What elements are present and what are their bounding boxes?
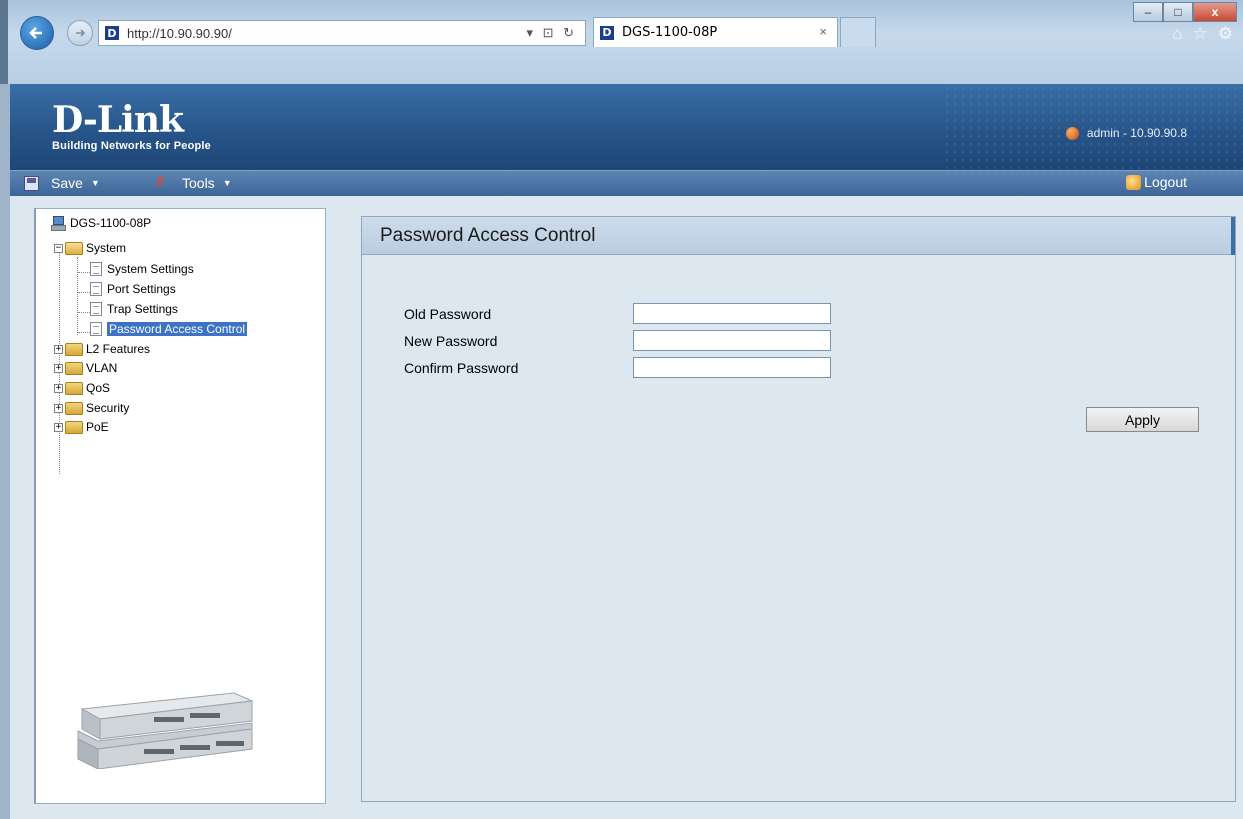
- old-password-label: Old Password: [404, 305, 492, 322]
- tree-folder-label: QoS: [86, 381, 111, 395]
- tree-item-password-access-control[interactable]: Password Access Control: [90, 320, 248, 338]
- tree-item-label: System Settings: [107, 262, 194, 276]
- tree-folder-security[interactable]: + Security: [54, 399, 129, 417]
- folder-icon: [65, 401, 83, 415]
- tree-folder-label: System: [86, 241, 127, 255]
- new-password-row: New Password: [404, 330, 831, 351]
- browser-tab[interactable]: D DGS-1100-08P ×: [593, 17, 838, 47]
- tools-icon: ✗: [154, 174, 167, 191]
- user-status-icon: [1065, 126, 1079, 140]
- tools-label: Tools: [182, 175, 215, 191]
- apply-button[interactable]: Apply: [1086, 407, 1199, 432]
- new-password-label: New Password: [404, 332, 498, 349]
- tree-folder-vlan[interactable]: + VLAN: [54, 359, 117, 377]
- switch-device-icon: [50, 215, 66, 231]
- save-menu[interactable]: Save ▼: [24, 175, 100, 191]
- arrow-right-icon: [76, 29, 86, 37]
- tree-folder-qos[interactable]: + QoS: [54, 379, 110, 397]
- chevron-down-icon: ▼: [90, 178, 100, 188]
- address-url[interactable]: http://10.90.90.90/: [127, 26, 232, 41]
- tree-folder-label: Security: [86, 401, 130, 415]
- user-label: admin - 10.90.90.8: [1086, 126, 1187, 140]
- folder-icon: [65, 361, 83, 375]
- minimize-button[interactable]: –: [1133, 2, 1163, 22]
- expand-icon[interactable]: +: [54, 363, 63, 373]
- app-header: D-Link Building Networks for People admi…: [10, 84, 1243, 170]
- tree-folder-label: VLAN: [86, 361, 118, 375]
- tree-folder-system[interactable]: − System: [54, 239, 126, 257]
- tree-item-port-settings[interactable]: Port Settings: [90, 280, 176, 298]
- address-bar[interactable]: D http://10.90.90.90/ ▾ ⊡ ↻: [98, 20, 586, 46]
- old-password-row: Old Password: [404, 303, 831, 324]
- tree-item-label: Trap Settings: [107, 302, 178, 316]
- key-icon: [1126, 174, 1142, 190]
- home-icon[interactable]: ⌂: [1172, 24, 1182, 44]
- page-title: Password Access Control: [362, 217, 1235, 255]
- tree-item-system-settings[interactable]: System Settings: [90, 260, 194, 278]
- main-area: DGS-1100-08P − System System Settings Po…: [10, 196, 1243, 819]
- content-panel: Password Access Control Old Password New…: [361, 216, 1236, 802]
- chevron-down-icon: ▼: [222, 178, 232, 188]
- tree-item-label: Port Settings: [107, 282, 176, 296]
- collapse-icon[interactable]: −: [54, 243, 63, 253]
- save-label: Save: [51, 175, 83, 191]
- tab-close-icon[interactable]: ×: [819, 24, 827, 39]
- folder-icon: [65, 381, 83, 395]
- tree-root-label: DGS-1100-08P: [70, 216, 152, 230]
- tab-favicon-icon: D: [600, 25, 614, 40]
- gear-icon[interactable]: ⚙: [1218, 24, 1233, 44]
- dlink-logo: D-Link Building Networks for People: [52, 102, 211, 152]
- folder-icon: [65, 420, 83, 434]
- tree-item-trap-settings[interactable]: Trap Settings: [90, 300, 178, 318]
- tab-title: DGS-1100-08P: [622, 25, 718, 40]
- folder-icon: [65, 342, 83, 356]
- tree-folder-label: L2 Features: [86, 342, 151, 356]
- expand-icon[interactable]: +: [54, 422, 63, 432]
- browser-chrome: D http://10.90.90.90/ ▾ ⊡ ↻ D DGS-1100-0…: [0, 0, 1243, 84]
- maximize-button[interactable]: □: [1163, 2, 1193, 22]
- navigation-tree: DGS-1100-08P − System System Settings Po…: [34, 208, 326, 804]
- tree-root-device[interactable]: DGS-1100-08P: [50, 214, 151, 232]
- page-icon: [90, 262, 102, 276]
- new-tab-button[interactable]: [840, 17, 876, 47]
- floppy-disk-icon: [24, 175, 39, 191]
- confirm-password-input[interactable]: [633, 357, 831, 378]
- logout-label: Logout: [1144, 174, 1187, 190]
- expand-icon[interactable]: +: [54, 403, 63, 413]
- user-info: admin - 10.90.90.8: [1065, 126, 1187, 140]
- folder-open-icon: [65, 241, 83, 255]
- dlink-favicon-icon: D: [105, 26, 119, 40]
- star-icon[interactable]: ☆: [1193, 24, 1208, 44]
- address-controls[interactable]: ▾ ⊡ ↻: [526, 25, 577, 41]
- expand-icon[interactable]: +: [54, 383, 63, 393]
- tree-folder-poe[interactable]: + PoE: [54, 418, 109, 436]
- toolbar: Save ▼ ✗ Tools ▼ Logout: [10, 170, 1243, 196]
- browser-icons: ⌂ ☆ ⚙: [1172, 24, 1233, 44]
- confirm-password-row: Confirm Password: [404, 357, 831, 378]
- logo-text: D-Link: [52, 99, 184, 141]
- logout-button[interactable]: Logout: [1126, 174, 1187, 190]
- forward-button[interactable]: [67, 20, 93, 46]
- tree-folder-label: PoE: [86, 420, 109, 434]
- tree-folder-l2-features[interactable]: + L2 Features: [54, 340, 150, 358]
- arrow-left-icon: [29, 27, 42, 39]
- logo-tagline: Building Networks for People: [52, 140, 212, 152]
- expand-icon[interactable]: +: [54, 344, 63, 354]
- page-icon: [90, 322, 102, 336]
- confirm-password-label: Confirm Password: [404, 359, 519, 376]
- page-icon: [90, 282, 102, 296]
- old-password-input[interactable]: [633, 303, 831, 324]
- tree-item-label-selected: Password Access Control: [107, 322, 248, 336]
- switch-device-image: [77, 692, 254, 769]
- close-window-button[interactable]: x: [1193, 2, 1237, 22]
- window-controls: – □ x: [1133, 2, 1237, 22]
- back-button[interactable]: [20, 16, 54, 50]
- page-icon: [90, 302, 102, 316]
- new-password-input[interactable]: [633, 330, 831, 351]
- tools-menu[interactable]: ✗ Tools ▼: [154, 174, 232, 192]
